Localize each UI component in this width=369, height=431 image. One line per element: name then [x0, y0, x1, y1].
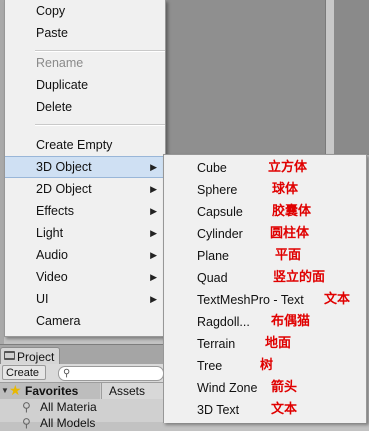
submenu-item-quad[interactable]: Quad 竖立的面 — [164, 267, 366, 289]
annotation-label: 地面 — [265, 336, 292, 351]
menu-separator — [35, 124, 165, 126]
star-icon: ★ — [9, 382, 22, 398]
submenu-arrow-icon: ▶ — [150, 206, 157, 216]
submenu-item-label: Cylinder — [197, 227, 243, 241]
menu-item-video[interactable]: Video ▶ — [5, 266, 165, 288]
submenu-item-terrain[interactable]: Terrain 地面 — [164, 333, 366, 355]
favorites-label: Favorites — [25, 384, 79, 398]
menu-item-label: 3D Object — [36, 160, 92, 174]
search-icon: ⚲ — [22, 400, 31, 414]
menu-item-label: Effects — [36, 204, 74, 218]
menu-item-label: 2D Object — [36, 182, 92, 196]
submenu-item-label: Plane — [197, 249, 229, 263]
submenu-item-cylinder[interactable]: Cylinder 圆柱体 — [164, 223, 366, 245]
menu-item-label: Light — [36, 226, 64, 240]
menu-item-3d-object[interactable]: 3D Object ▶ — [5, 156, 165, 178]
annotation-label: 布偶猫 — [271, 314, 311, 329]
menu-item-label: Video — [36, 270, 68, 284]
submenu-item-3d-text[interactable]: 3D Text 文本 — [164, 399, 366, 421]
menu-item-create-empty[interactable]: Create Empty — [5, 134, 165, 156]
favorites-header[interactable]: ▼ ★ Favorites — [0, 382, 100, 399]
menu-item-duplicate[interactable]: Duplicate — [5, 74, 165, 96]
favorites-item-label: All Models — [40, 416, 96, 430]
menu-item-audio[interactable]: Audio ▶ — [5, 244, 165, 266]
menu-item-camera[interactable]: Camera — [5, 310, 165, 332]
annotation-label: 胶囊体 — [272, 204, 312, 219]
annotation-label: 立方体 — [268, 160, 308, 175]
submenu-arrow-icon: ▶ — [150, 228, 157, 238]
submenu-item-label: Cube — [197, 161, 227, 175]
menu-item-label: UI — [36, 292, 49, 306]
submenu-item-label: Ragdoll... — [197, 315, 250, 329]
favorites-item-all-materials[interactable]: ⚲ All Materia — [0, 399, 101, 415]
expand-triangle-icon: ▼ — [1, 386, 9, 395]
project-search-input[interactable]: ⚲ — [58, 366, 164, 381]
submenu-item-label: Wind Zone — [197, 381, 258, 395]
favorites-item-all-models[interactable]: ⚲ All Models — [0, 415, 101, 431]
menu-item-paste[interactable]: Paste — [5, 22, 165, 44]
menu-item-label: Camera — [36, 314, 81, 328]
submenu-arrow-icon: ▶ — [150, 294, 157, 304]
submenu-item-label: TextMeshPro - Text — [197, 293, 304, 307]
submenu-item-sphere[interactable]: Sphere 球体 — [164, 179, 366, 201]
menu-item-label: Rename — [36, 56, 84, 70]
menu-item-label: Delete — [36, 100, 73, 114]
menu-item-label: Create Empty — [36, 138, 113, 152]
annotation-label: 竖立的面 — [273, 270, 326, 285]
project-tab-bar: Project — [0, 344, 163, 366]
hierarchy-background — [165, 0, 325, 155]
project-toolbar: Create ▾ ⚲ — [0, 364, 164, 394]
submenu-3d-object: Cube 立方体 Sphere 球体 Capsule 胶囊体 Cylinder 圆柱体 … — [163, 154, 367, 423]
annotation-label: 平面 — [275, 248, 302, 263]
annotation-label: 文本 — [271, 402, 298, 417]
submenu-item-textmeshpro-text[interactable]: TextMeshPro - Text 文本 — [164, 289, 366, 311]
scene-background — [334, 0, 369, 155]
submenu-item-label: Sphere — [197, 183, 238, 197]
menu-item-rename: Rename — [5, 52, 165, 74]
annotation-label: 球体 — [272, 182, 299, 197]
submenu-arrow-icon: ▶ — [150, 272, 157, 282]
submenu-item-label: 3D Text — [197, 403, 240, 417]
menu-item-ui[interactable]: UI ▶ — [5, 288, 165, 310]
menu-item-label: Duplicate — [36, 78, 89, 92]
tab-label: Project — [17, 350, 55, 364]
submenu-item-cube[interactable]: Cube 立方体 — [164, 157, 366, 179]
submenu-item-wind-zone[interactable]: Wind Zone 箭头 — [164, 377, 366, 399]
menu-item-effects[interactable]: Effects ▶ — [5, 200, 165, 222]
create-dropdown-button[interactable]: Create ▾ — [2, 365, 46, 394]
submenu-item-label: Tree — [197, 359, 223, 373]
assets-breadcrumb[interactable]: Assets — [101, 383, 163, 399]
annotation-label: 圆柱体 — [270, 226, 310, 241]
submenu-arrow-icon: ▶ — [150, 162, 157, 172]
menu-item-label: Audio — [36, 248, 68, 262]
annotation-label: 文本 — [324, 292, 351, 307]
annotation-label: 箭头 — [271, 380, 298, 395]
menu-item-copy[interactable]: Copy — [5, 0, 165, 22]
menu-item-light[interactable]: Light ▶ — [5, 222, 165, 244]
submenu-item-capsule[interactable]: Capsule 胶囊体 — [164, 201, 366, 223]
search-icon: ⚲ — [22, 416, 31, 430]
context-menu: Copy Paste Rename Duplicate Delete Creat… — [4, 0, 166, 337]
submenu-arrow-icon: ▶ — [150, 250, 157, 260]
favorites-item-label: All Materia — [40, 400, 97, 414]
submenu-item-tree[interactable]: Tree 树 — [164, 355, 366, 377]
submenu-item-plane[interactable]: Plane 平面 — [164, 245, 366, 267]
menu-item-label: Copy — [36, 4, 66, 18]
submenu-item-ragdoll[interactable]: Ragdoll... 布偶猫 — [164, 311, 366, 333]
menu-item-delete[interactable]: Delete — [5, 96, 165, 118]
menu-item-2d-object[interactable]: 2D Object ▶ — [5, 178, 165, 200]
menu-item-label: Paste — [36, 26, 68, 40]
project-body: ▼ ★ Favorites Assets ⚲ All Materia ⚲ All… — [0, 382, 163, 430]
submenu-item-label: Terrain — [197, 337, 236, 351]
submenu-item-label: Capsule — [197, 205, 243, 219]
folder-icon — [4, 351, 15, 360]
search-icon: ⚲ — [63, 368, 71, 379]
annotation-label: 树 — [260, 358, 274, 373]
submenu-arrow-icon: ▶ — [150, 184, 157, 194]
submenu-item-label: Quad — [197, 271, 228, 285]
